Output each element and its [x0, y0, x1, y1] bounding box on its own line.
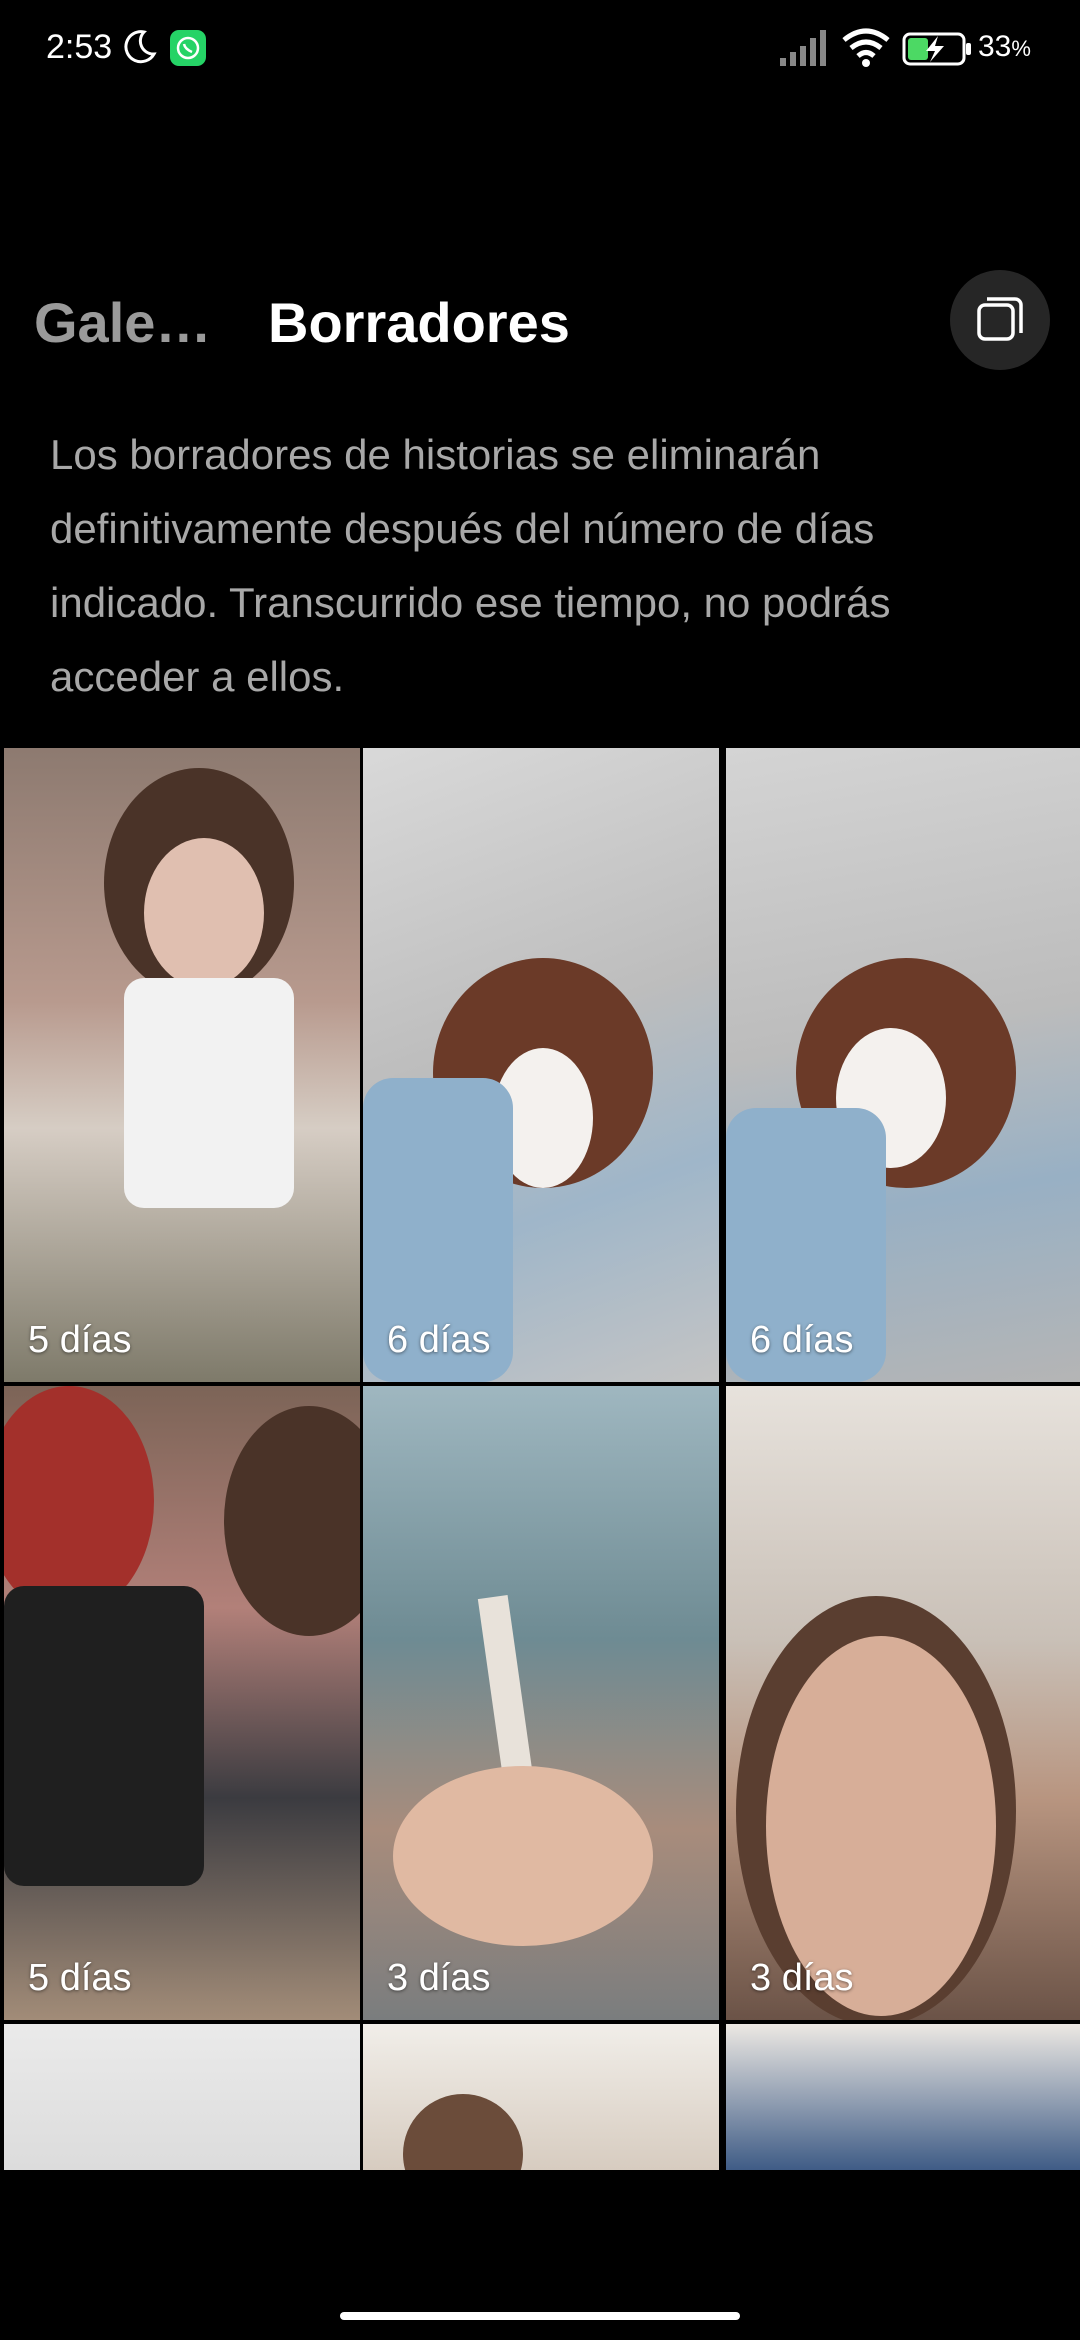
select-multiple-button[interactable]: [950, 270, 1050, 370]
home-indicator[interactable]: [340, 2312, 740, 2320]
whatsapp-icon: [170, 30, 206, 66]
wifi-icon: [842, 28, 890, 67]
status-bar: 2:53 33%: [0, 0, 1080, 100]
days-left-label: 3 días: [387, 1957, 491, 1999]
days-left-label: 3 días: [750, 1957, 854, 1999]
days-left-label: 6 días: [387, 1319, 491, 1361]
days-left-label: 5 días: [28, 1319, 132, 1361]
draft-thumbnail[interactable]: 5 días: [4, 748, 360, 1382]
battery-charging-icon: [902, 32, 971, 66]
draft-thumbnail[interactable]: 6 días: [726, 748, 1080, 1382]
moon-icon: [124, 30, 157, 64]
draft-thumbnail[interactable]: 5 días: [4, 1386, 360, 2020]
multi-select-icon: [977, 297, 1023, 341]
draft-thumbnail[interactable]: [363, 2024, 719, 2170]
draft-thumbnail[interactable]: [726, 2024, 1080, 2170]
tab-gallery[interactable]: Gale…: [34, 290, 211, 355]
draft-thumbnail[interactable]: 3 días: [363, 1386, 719, 2020]
header: Gale… Borradores: [0, 270, 1080, 370]
draft-thumbnail[interactable]: [4, 2024, 360, 2170]
battery-percent: 33%: [978, 30, 1031, 63]
draft-thumbnail[interactable]: 6 días: [363, 748, 719, 1382]
days-left-label: 5 días: [28, 1957, 132, 1999]
days-left-label: 6 días: [750, 1319, 854, 1361]
draft-thumbnail[interactable]: 3 días: [726, 1386, 1080, 2020]
drafts-description: Los borradores de historias se eliminará…: [50, 431, 891, 700]
tab-drafts[interactable]: Borradores: [268, 290, 570, 355]
signal-icon: [780, 30, 826, 66]
drafts-grid: 5 días 6 días 6 días 5 días 3 días 3 día…: [0, 748, 1080, 2170]
status-time: 2:53: [46, 28, 113, 66]
